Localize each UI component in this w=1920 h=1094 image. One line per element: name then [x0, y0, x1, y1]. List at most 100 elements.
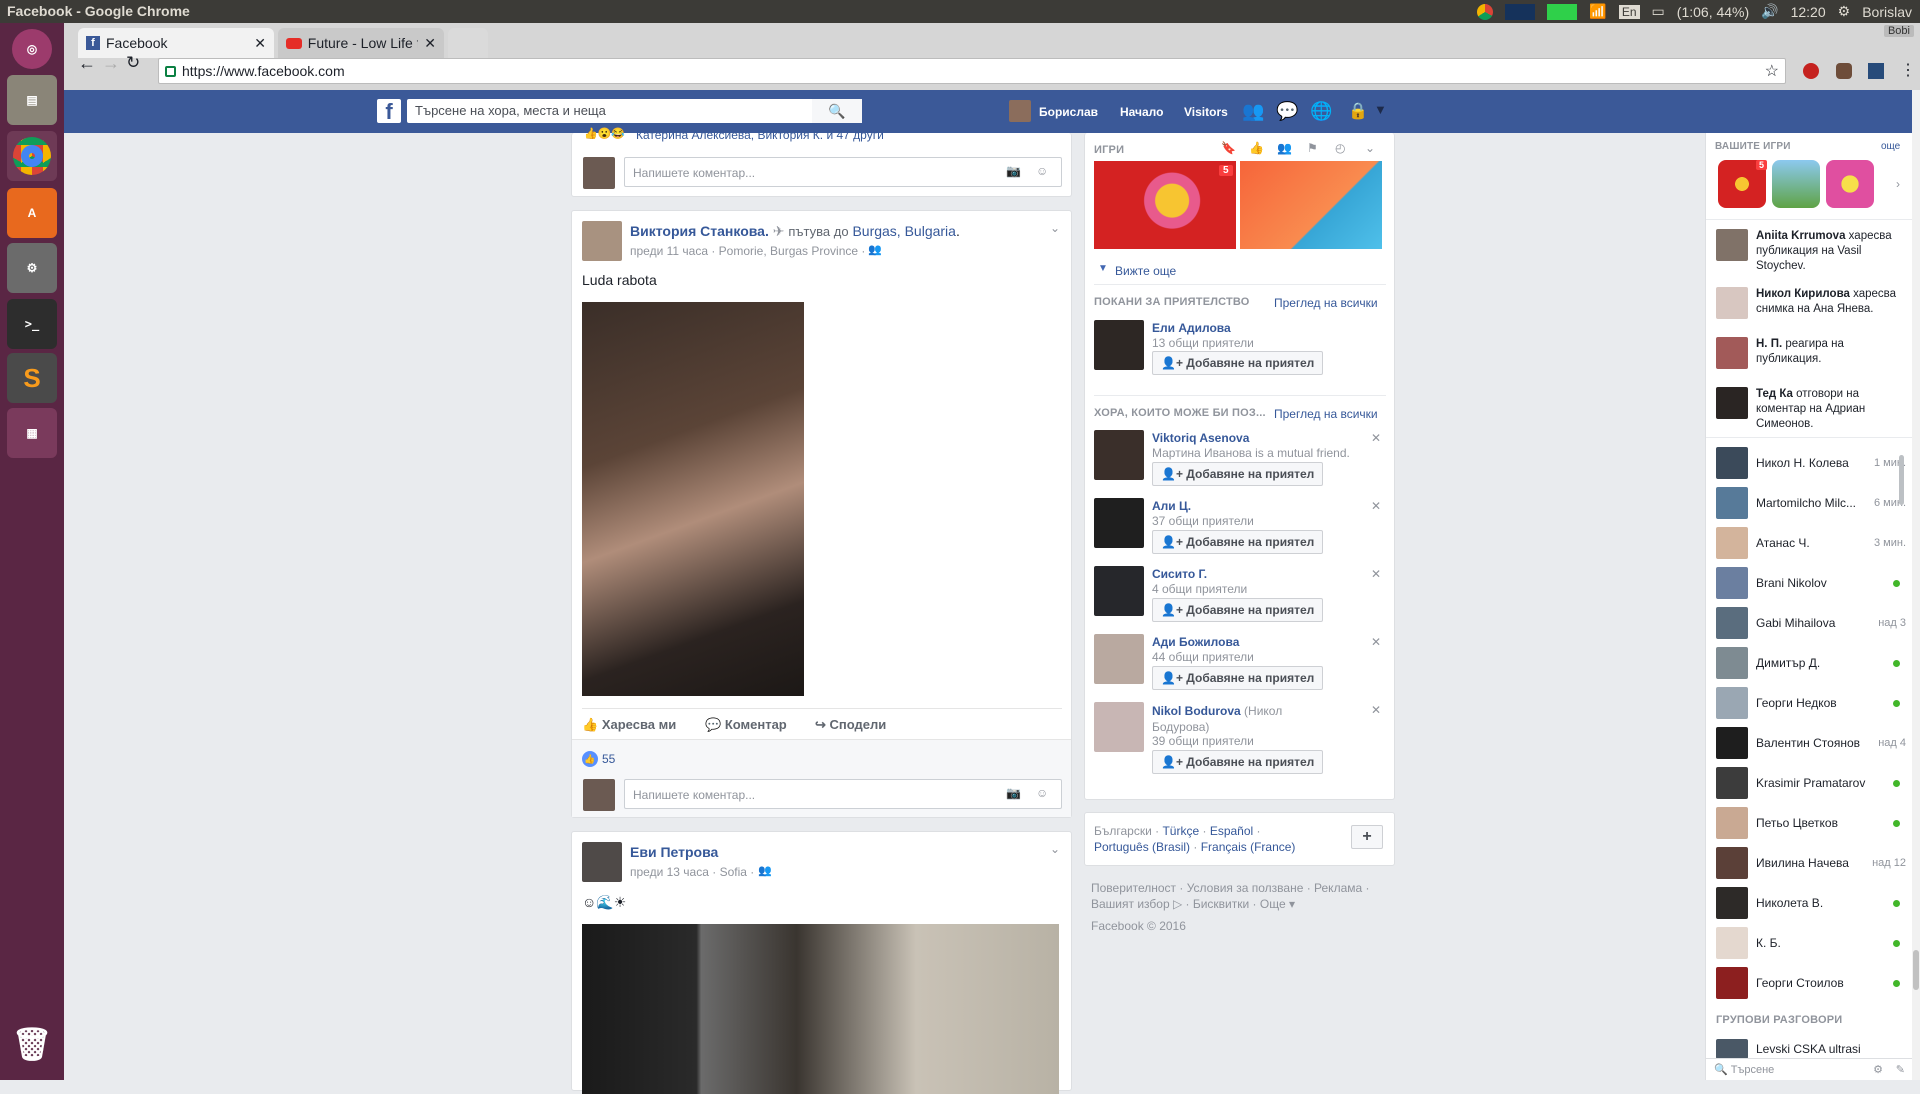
close-icon[interactable]: ✕ — [254, 35, 266, 52]
close-icon[interactable]: ✕ — [424, 35, 436, 52]
profile-link[interactable]: Борислав — [1039, 105, 1098, 119]
chat-contact[interactable]: Димитър Д. — [1716, 645, 1906, 681]
chat-contact[interactable]: Gabi Mihailova над 3 — [1716, 605, 1906, 641]
pymk-name[interactable]: Ади Божилова — [1152, 635, 1239, 649]
pymk-name[interactable]: Viktoriq Asenova — [1152, 431, 1249, 445]
chat-contact[interactable]: Георги Недков — [1716, 685, 1906, 721]
post-photo[interactable] — [582, 924, 1059, 1094]
add-friend-button[interactable]: 👤+ Добавяне на приятел — [1152, 598, 1324, 622]
user-name[interactable]: Borislav — [1862, 4, 1912, 20]
friends-icon[interactable]: 👥 — [1277, 141, 1292, 155]
ticker-item[interactable]: Aniita Krrumova харесва публикация на Va… — [1716, 229, 1906, 274]
friend-requests-icon[interactable]: 👥 — [1242, 101, 1264, 122]
chevron-down-icon[interactable]: ⌄ — [1365, 141, 1375, 155]
chat-contact[interactable]: Валентин Стоянов над 4 — [1716, 725, 1906, 761]
share-button[interactable]: ↪ Сподели — [815, 717, 886, 733]
memory-monitor-graph[interactable] — [1547, 3, 1578, 20]
add-friend-button[interactable]: 👤+ Добавяне на приятел — [1152, 530, 1324, 554]
extension-icon[interactable] — [1803, 63, 1819, 79]
ticker-item[interactable]: Н. П. реагира на публикация. — [1716, 337, 1906, 369]
camera-icon[interactable]: 📷 — [1006, 164, 1021, 178]
ticker-item[interactable]: Никол Кирилова харесва снимка на Ана Яне… — [1716, 287, 1906, 319]
post-meta[interactable]: преди 11 часа · Pomorie, Burgas Province… — [630, 244, 865, 258]
compose-icon[interactable]: ✎ — [1896, 1063, 1905, 1076]
visitors-link[interactable]: Visitors — [1184, 105, 1228, 119]
scrollbar-thumb[interactable] — [1913, 950, 1919, 990]
place-link[interactable]: Burgas, Bulgaria — [852, 223, 956, 239]
avatar[interactable] — [582, 221, 622, 261]
chat-contact[interactable]: Атанас Ч. 3 мин. — [1716, 525, 1906, 561]
chat-contact[interactable]: Martomilcho Milc... 6 мин. — [1716, 485, 1906, 521]
instagram-extension-icon[interactable] — [1836, 63, 1852, 79]
close-icon[interactable]: ✕ — [1371, 431, 1381, 445]
facebook-logo[interactable]: f — [377, 99, 401, 124]
star-icon[interactable]: ☆ — [1765, 61, 1779, 81]
game-tile[interactable] — [1772, 160, 1820, 208]
comment-field[interactable]: Напишете коментар... — [624, 157, 1062, 187]
system-settings-icon[interactable]: ⚙ — [7, 243, 57, 293]
like-count[interactable]: 55 — [602, 752, 615, 766]
comment-field[interactable]: Напишете коментар... — [624, 779, 1062, 809]
more-games-link[interactable]: още — [1881, 141, 1900, 152]
gear-icon[interactable]: ⚙ — [1873, 1063, 1883, 1076]
address-bar[interactable]: https://www.facebook.com ☆ — [158, 58, 1786, 84]
files-icon[interactable]: ▤ — [7, 75, 57, 125]
like-button[interactable]: 👍 Харесва ми — [582, 717, 676, 733]
post-meta[interactable]: преди 13 часа · Sofia · — [630, 865, 754, 879]
avatar[interactable] — [582, 842, 622, 882]
extension-icon[interactable] — [1868, 63, 1884, 79]
chevron-down-icon[interactable]: ⌄ — [1050, 221, 1060, 235]
chat-search-input[interactable]: 🔍 Търсене ⚙ ✎ — [1706, 1058, 1913, 1080]
language-link[interactable]: Türkçe — [1162, 824, 1199, 838]
gumball-game-tile[interactable] — [1240, 161, 1382, 249]
avatar[interactable] — [1094, 702, 1144, 752]
keyboard-layout-indicator[interactable]: En — [1618, 4, 1640, 19]
pymk-name[interactable]: Али Ц. — [1152, 499, 1191, 513]
footer-links[interactable]: Вашият избор ▷ · Бисквитки · Още ▾ — [1091, 896, 1370, 912]
messages-icon[interactable]: 💬 — [1276, 101, 1298, 122]
chat-contact[interactable]: Петьо Цветков — [1716, 805, 1906, 841]
chevron-right-icon[interactable]: › — [1896, 177, 1900, 191]
post-author[interactable]: Виктория Станкова. — [630, 223, 769, 239]
avatar[interactable] — [1094, 498, 1144, 548]
notifications-icon[interactable]: 🌐 — [1310, 101, 1332, 122]
close-icon[interactable]: ✕ — [1371, 567, 1381, 581]
dash-home-icon[interactable]: ◎ — [12, 29, 52, 69]
back-icon[interactable]: ← — [78, 53, 96, 74]
emoji-icon[interactable]: ☺ — [1036, 786, 1048, 800]
home-link[interactable]: Начало — [1120, 105, 1163, 119]
ticker-item[interactable]: Тед Ка отговори на коментар на Адриан Си… — [1716, 387, 1906, 432]
avatar[interactable] — [1094, 634, 1144, 684]
camera-icon[interactable]: 📷 — [1006, 786, 1021, 800]
workspace-switcher-icon[interactable]: ▦ — [7, 408, 57, 458]
privacy-shortcuts-icon[interactable]: 🔒 — [1348, 101, 1368, 121]
battery-status[interactable]: (1:06, 44%) — [1677, 4, 1749, 20]
game-tile[interactable] — [1826, 160, 1874, 208]
chat-contact[interactable]: Ивилина Начева над 12 — [1716, 845, 1906, 881]
more-languages-button[interactable]: + — [1351, 825, 1383, 849]
reload-icon[interactable]: ↻ — [126, 53, 140, 73]
flag-icon[interactable]: ⚑ — [1307, 141, 1318, 155]
chat-contact[interactable]: К. Б. — [1716, 925, 1906, 961]
pymk-name[interactable]: Nikol Bodurova — [1152, 704, 1241, 718]
scrollbar[interactable] — [1912, 90, 1920, 1080]
language-link[interactable]: Español — [1210, 824, 1253, 838]
close-icon[interactable]: ✕ — [1371, 635, 1381, 649]
chrome-icon[interactable] — [7, 131, 57, 181]
clock[interactable]: 12:20 — [1791, 4, 1826, 20]
chat-contact[interactable]: Георги Стоилов — [1716, 965, 1906, 1001]
gear-icon[interactable]: ⚙ — [1838, 3, 1851, 20]
menu-icon[interactable]: ⋮ — [1900, 60, 1916, 80]
terminal-icon[interactable]: >_ — [7, 299, 57, 349]
pymk-name[interactable]: Сисито Г. — [1152, 567, 1207, 581]
chat-scrollbar-thumb[interactable] — [1899, 455, 1904, 505]
search-button[interactable]: 🔍 — [812, 99, 862, 123]
group-conversation[interactable]: Levski CSKA ultrasi — [1716, 1039, 1906, 1059]
sublime-text-icon[interactable]: S — [7, 353, 57, 403]
chat-contact[interactable]: Krasimir Pramatarov — [1716, 765, 1906, 801]
comment-button[interactable]: 💬 Коментар — [705, 717, 787, 733]
close-icon[interactable]: ✕ — [1371, 499, 1381, 513]
language-link[interactable]: Français (France) — [1201, 840, 1296, 854]
recent-icon[interactable]: ◴ — [1335, 141, 1345, 155]
close-icon[interactable]: ✕ — [1371, 703, 1381, 717]
